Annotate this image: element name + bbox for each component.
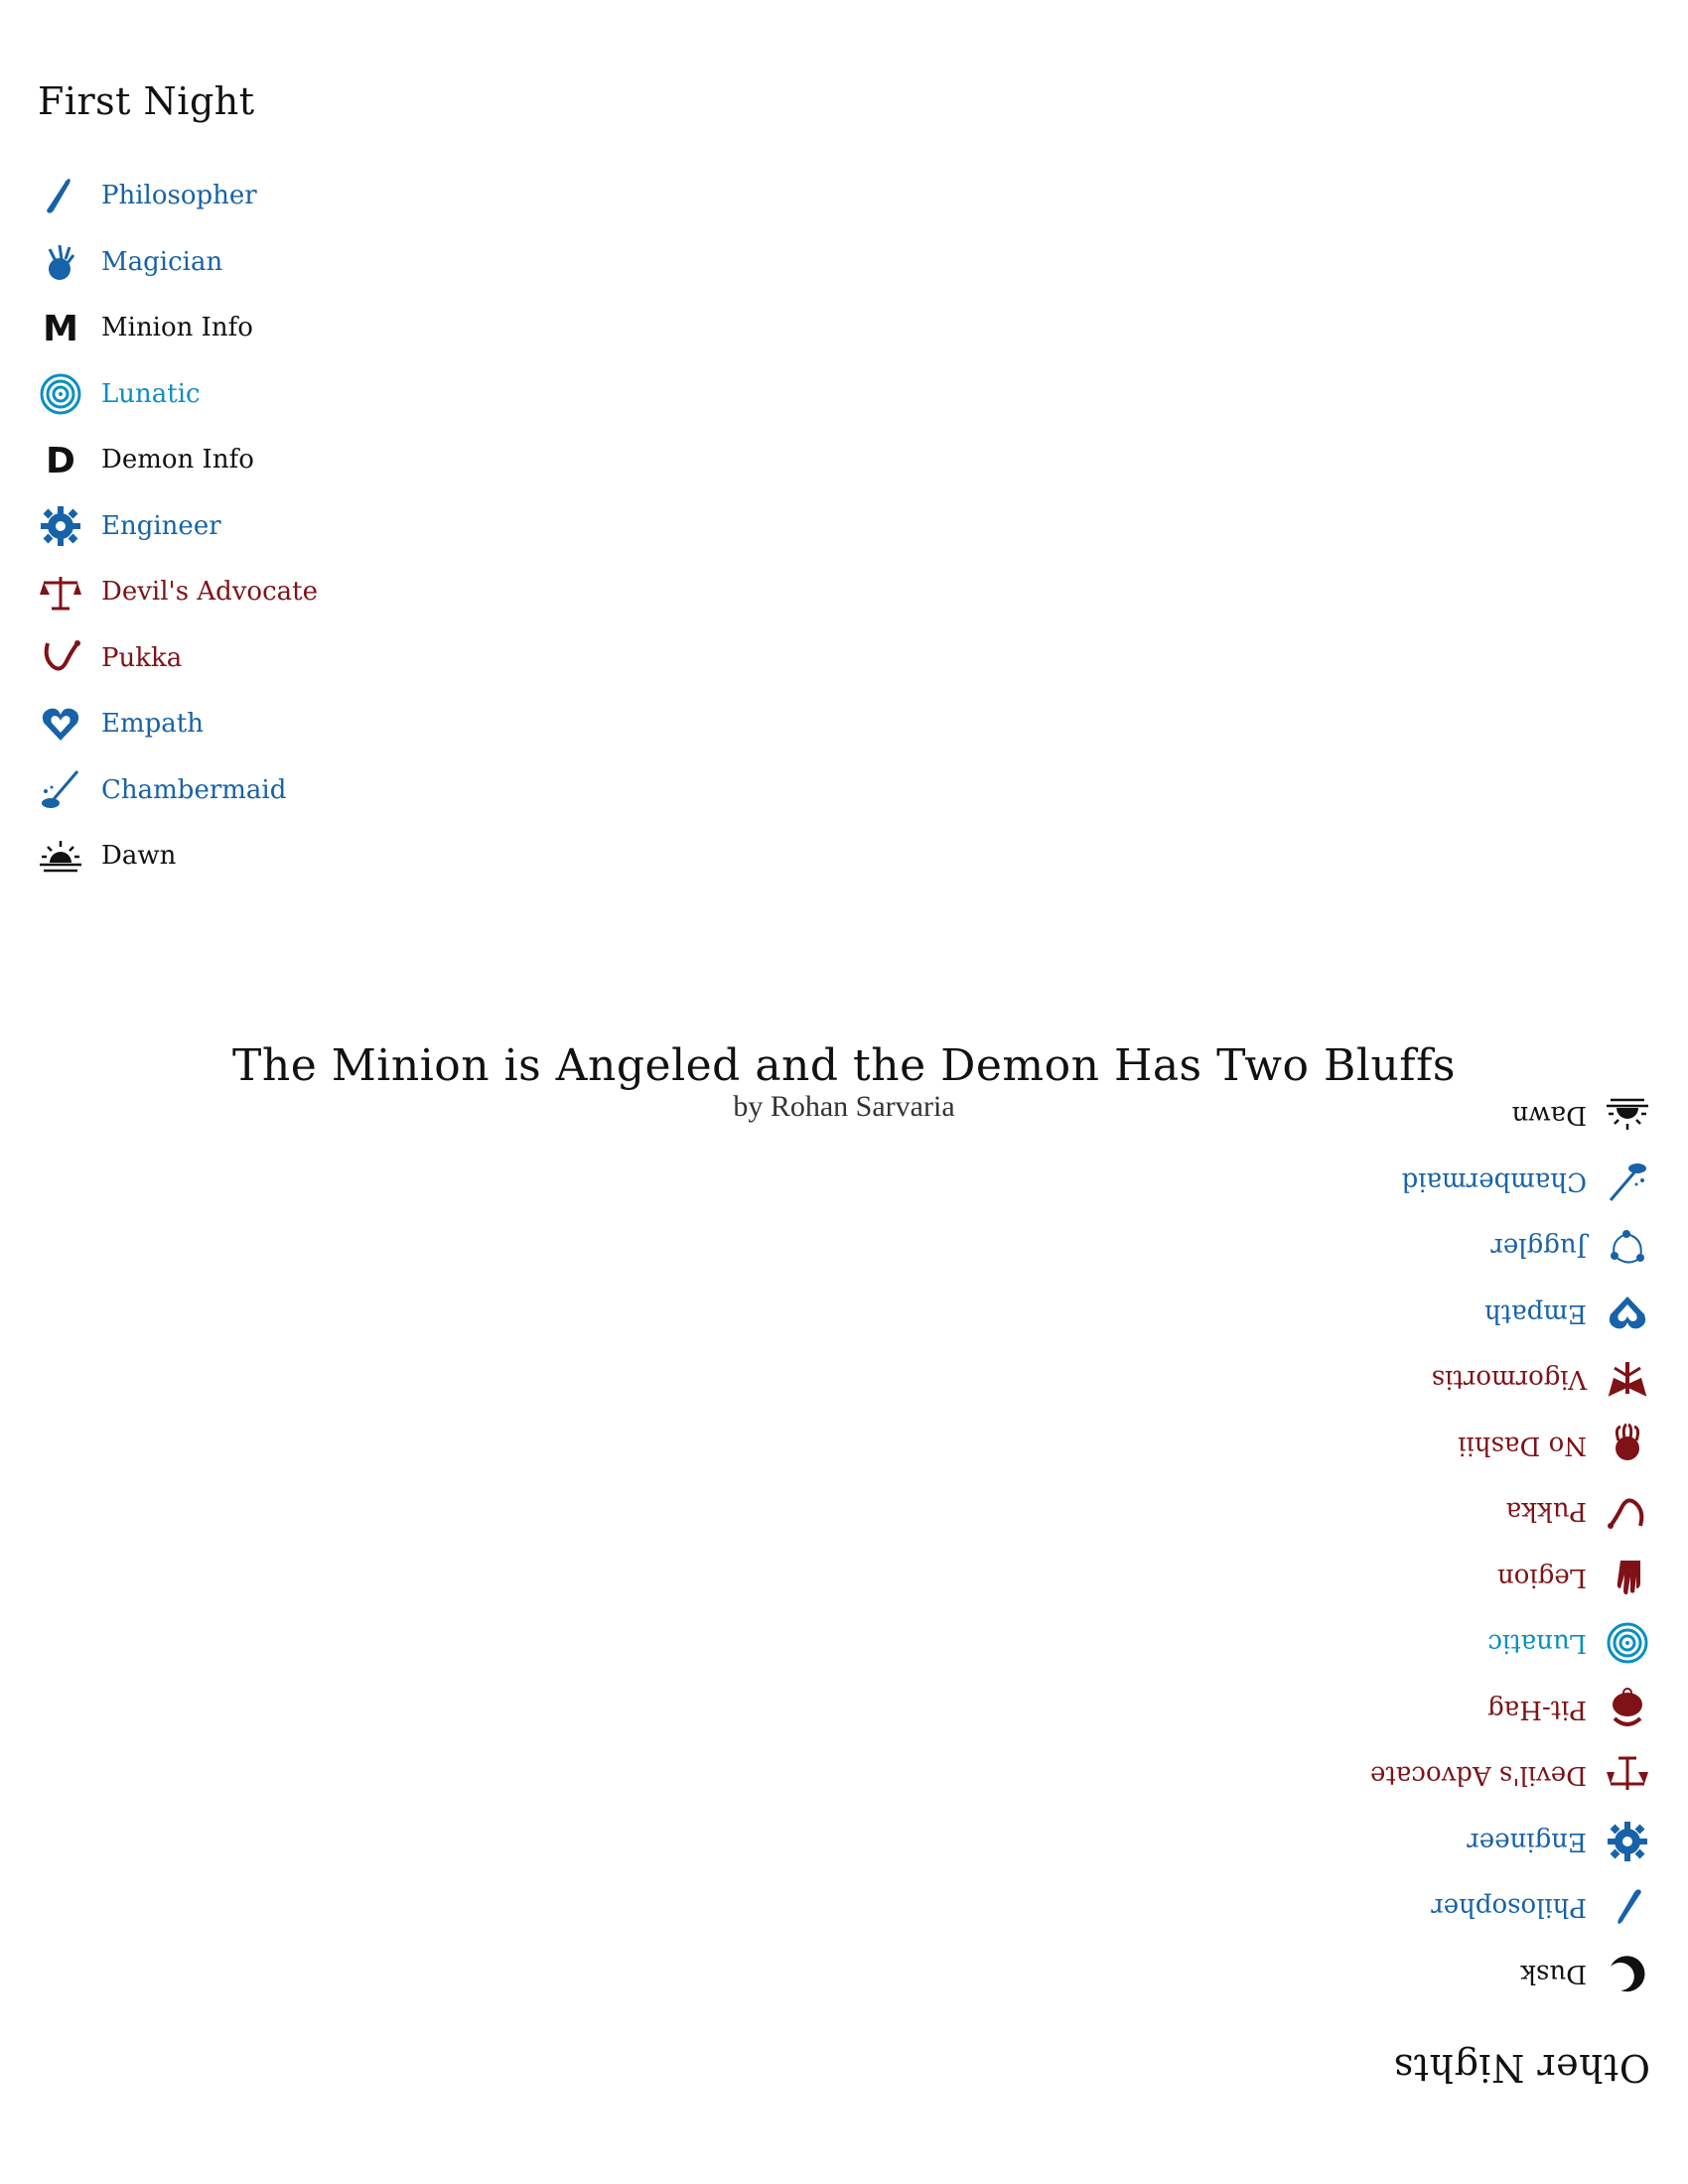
juggler-icon (1595, 1223, 1650, 1271)
first-night-item-devils-advocate: Devil's Advocate (38, 559, 633, 625)
character-label: Lunatic (1487, 1628, 1587, 1659)
other-nights-item-legion: Legion (1055, 1545, 1650, 1611)
character-label: Pukka (1505, 1496, 1587, 1527)
empath-icon (38, 700, 93, 748)
dawn-icon (38, 832, 93, 880)
other-nights-item-devils-advocate: Devil's Advocate (1055, 1742, 1650, 1809)
first-night-item-chambermaid: Chambermaid (38, 757, 633, 824)
other-nights-item-vigormortis: Vigormortis (1055, 1346, 1650, 1413)
character-label: Dusk (1520, 1958, 1587, 1988)
other-nights-item-lunatic: Lunatic (1055, 1610, 1650, 1677)
chambermaid-icon (1595, 1158, 1650, 1205)
first-night-item-engineer: Engineer (38, 493, 633, 560)
character-label: Engineer (101, 510, 221, 541)
minion-info-icon: M (38, 304, 93, 351)
first-night-item-pukka: Pukka (38, 625, 633, 692)
svg-text:M: M (43, 309, 78, 349)
character-label: Lunatic (101, 378, 201, 409)
character-label: Chambermaid (1401, 1165, 1587, 1196)
character-label: Legion (1496, 1562, 1587, 1592)
other-nights-item-no-dashii: No Dashii (1055, 1413, 1650, 1479)
first-night-section: First Night Philosopher Magician M Minion I… (38, 79, 633, 889)
first-night-item-philosopher: Philosopher (38, 163, 633, 229)
chambermaid-icon (38, 766, 93, 814)
other-nights-section: Other Nights Dusk Philosopher Engineer Devi… (1055, 1082, 1650, 2090)
character-label: Chambermaid (101, 774, 287, 805)
other-nights-item-empath: Empath (1055, 1281, 1650, 1347)
philosopher-icon (38, 172, 93, 219)
first-night-heading: First Night (38, 79, 255, 123)
empath-icon (1595, 1290, 1650, 1337)
other-nights-item-chambermaid: Chambermaid (1055, 1149, 1650, 1215)
first-night-item-magician: Magician (38, 229, 633, 296)
other-nights-list: Dusk Philosopher Engineer Devil's Advocate P… (1055, 1082, 1650, 2006)
other-nights-item-philosopher: Philosopher (1055, 1874, 1650, 1941)
vigormortis-icon (1595, 1355, 1650, 1403)
character-label: Magician (101, 246, 223, 277)
other-nights-item-dusk: Dusk (1055, 1941, 1650, 2007)
character-label: Vigormortis (1431, 1364, 1587, 1395)
dusk-icon (1595, 1950, 1650, 1997)
other-nights-item-pukka: Pukka (1055, 1478, 1650, 1545)
pit-hag-icon (1595, 1686, 1650, 1733)
engineer-icon (1595, 1818, 1650, 1865)
first-night-item-minion-info: M Minion Info (38, 295, 633, 361)
character-label: Minion Info (101, 313, 253, 343)
character-label: Empath (1484, 1297, 1587, 1328)
character-label: Engineer (1467, 1826, 1587, 1856)
character-label: Philosopher (101, 181, 257, 211)
pukka-icon (38, 634, 93, 682)
pukka-icon (1595, 1487, 1650, 1535)
dawn-icon (1595, 1091, 1650, 1139)
lunatic-icon (38, 370, 93, 418)
first-night-item-demon-info: D Demon Info (38, 427, 633, 493)
character-label: Juggler (1490, 1232, 1587, 1263)
character-label: Devil's Advocate (1370, 1760, 1587, 1791)
other-nights-item-juggler: Juggler (1055, 1214, 1650, 1281)
lunatic-icon (1595, 1619, 1650, 1667)
philosopher-icon (1595, 1883, 1650, 1931)
devils-advocate-icon (1595, 1751, 1650, 1799)
other-nights-heading: Other Nights (1393, 2046, 1650, 2090)
character-label: Pukka (101, 642, 183, 673)
other-nights-item-dawn: Dawn (1055, 1082, 1650, 1149)
first-night-list: Philosopher Magician M Minion Info Lunatic D D… (38, 163, 633, 889)
character-label: Dawn (101, 841, 177, 872)
magician-icon (38, 238, 93, 286)
engineer-icon (38, 502, 93, 550)
first-night-item-lunatic: Lunatic (38, 361, 633, 428)
svg-text:D: D (46, 441, 75, 481)
character-label: Philosopher (1431, 1892, 1587, 1923)
character-label: Dawn (1511, 1100, 1587, 1131)
character-label: No Dashii (1458, 1430, 1587, 1460)
character-label: Pit-Hag (1487, 1694, 1587, 1724)
legion-icon (1595, 1554, 1650, 1601)
devils-advocate-icon (38, 568, 93, 615)
demon-info-icon: D (38, 436, 93, 483)
first-night-item-dawn: Dawn (38, 823, 633, 889)
character-label: Empath (101, 709, 204, 740)
character-label: Demon Info (101, 445, 254, 476)
other-nights-item-engineer: Engineer (1055, 1809, 1650, 1875)
character-label: Devil's Advocate (101, 577, 318, 608)
no-dashii-icon (1595, 1422, 1650, 1469)
first-night-item-empath: Empath (38, 691, 633, 757)
other-nights-item-pit-hag: Pit-Hag (1055, 1677, 1650, 1743)
